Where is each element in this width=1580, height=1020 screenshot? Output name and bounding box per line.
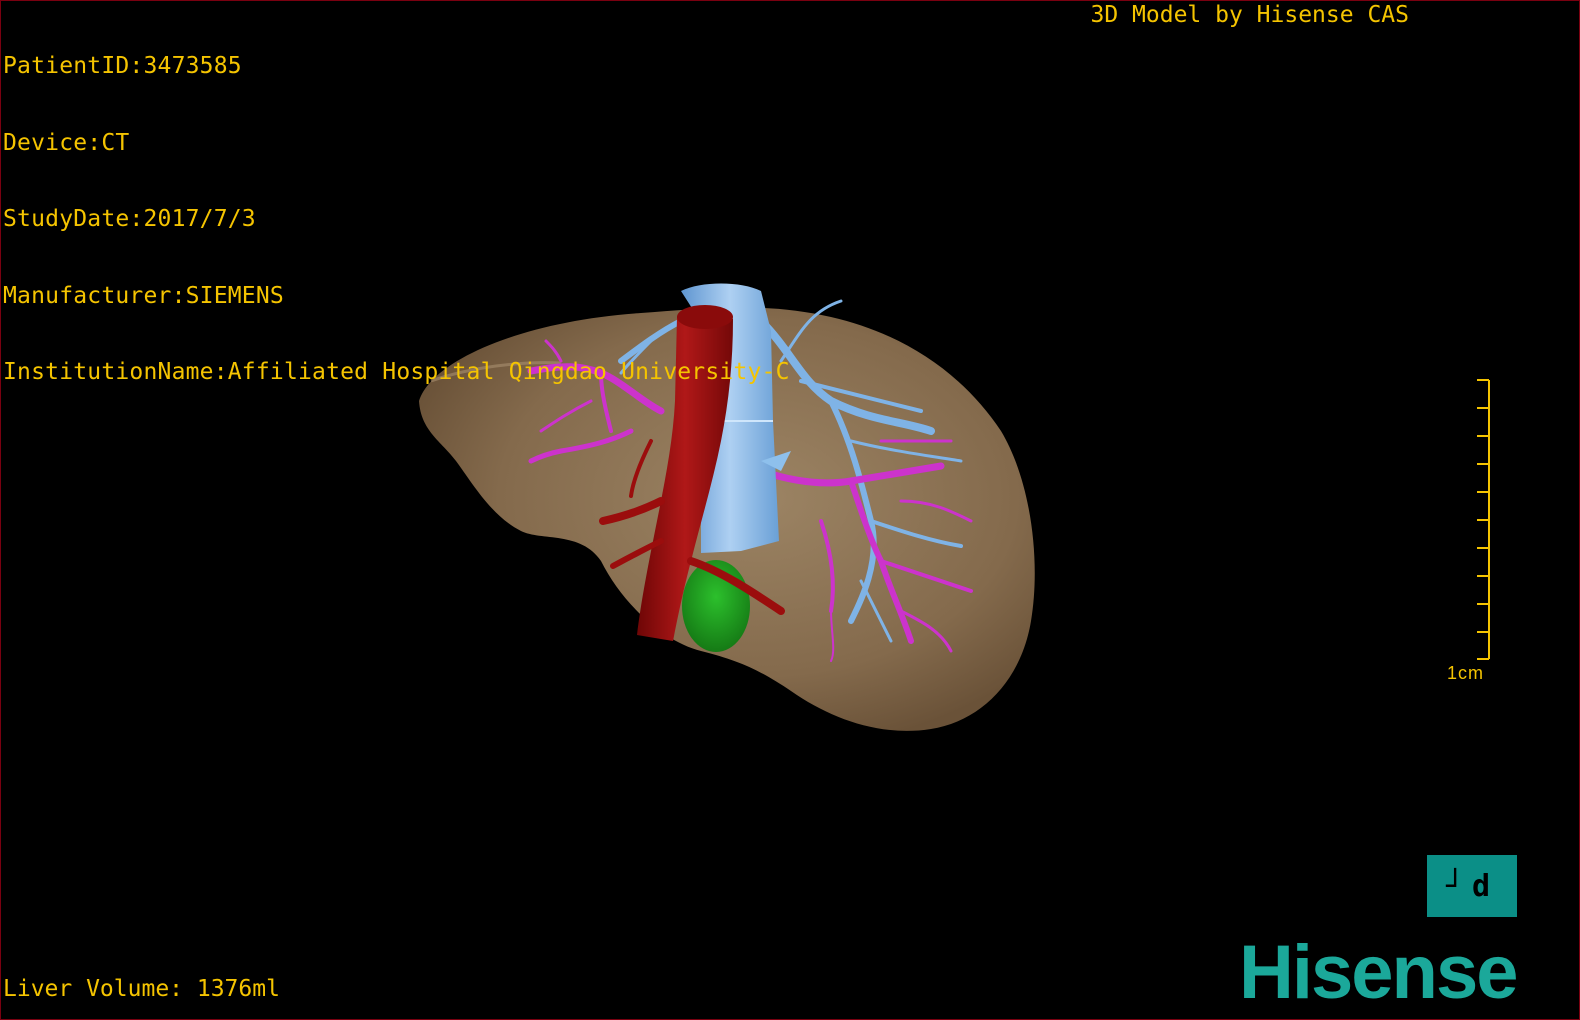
hisense-logo: Hisense bbox=[1239, 930, 1518, 1015]
study-date: StudyDate:2017/7/3 bbox=[3, 206, 256, 232]
scale-bar bbox=[1477, 379, 1490, 660]
model-credit: 3D Model by Hisense CAS bbox=[1090, 2, 1410, 28]
institution-name: InstitutionName:Affiliated Hospital Qing… bbox=[3, 359, 790, 385]
manufacturer: Manufacturer:SIEMENS bbox=[3, 282, 284, 309]
liver-volume: Liver Volume: 1376ml bbox=[3, 976, 280, 1002]
3d-viewport[interactable]: PatientID:3473585 Device:CT StudyDate:20… bbox=[0, 0, 1580, 1020]
device: Device:CT bbox=[3, 129, 130, 156]
dicom-info-overlay: PatientID:3473585 Device:CT StudyDate:20… bbox=[3, 3, 790, 437]
scale-label: 1cm bbox=[1447, 663, 1485, 683]
orientation-cube[interactable]: ┘d bbox=[1427, 855, 1517, 917]
patient-id: PatientID:3473585 bbox=[3, 53, 242, 79]
